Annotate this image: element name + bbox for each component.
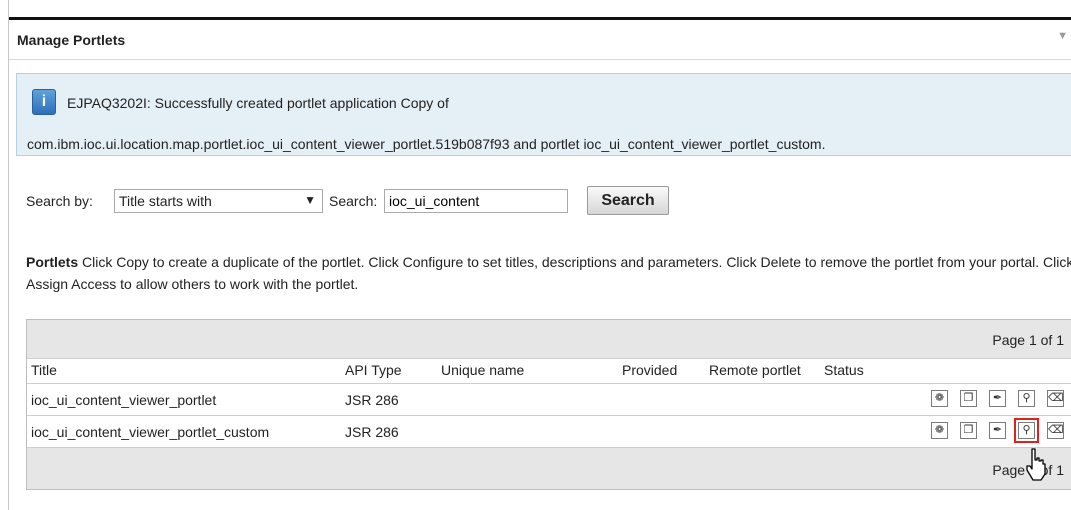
row-actions: ❁ ❐ ✒ ⚲ ⌫ bbox=[931, 390, 1071, 410]
search-by-select[interactable]: Title starts with ▼ bbox=[114, 189, 323, 213]
message-line-2: com.ibm.ioc.ui.location.map.portlet.ioc_… bbox=[27, 136, 826, 152]
copy-icon[interactable]: ❐ bbox=[960, 422, 977, 439]
search-label: Search: bbox=[329, 193, 378, 209]
row-title: ioc_ui_content_viewer_portlet bbox=[31, 392, 217, 408]
dropdown-arrow-icon: ▼ bbox=[304, 193, 316, 207]
col-api-type[interactable]: API Type bbox=[345, 362, 402, 378]
search-by-value: Title starts with bbox=[119, 193, 212, 209]
mouse-pointer-icon bbox=[1026, 448, 1046, 481]
copy-icon[interactable]: ❐ bbox=[960, 390, 977, 407]
copy-settings-icon[interactable]: ❁ bbox=[931, 422, 948, 439]
row-api-type: JSR 286 bbox=[345, 392, 399, 408]
row-title: ioc_ui_content_viewer_portlet_custom bbox=[31, 424, 270, 440]
row-api-type: JSR 286 bbox=[345, 424, 399, 440]
col-remote-portlet[interactable]: Remote portlet bbox=[709, 362, 801, 378]
delete-icon[interactable]: ⌫ bbox=[1047, 390, 1064, 407]
portlet-header: Manage Portlets ▼ bbox=[9, 20, 1071, 60]
configure-icon[interactable]: ✒ bbox=[989, 390, 1006, 407]
col-title[interactable]: Title bbox=[31, 362, 57, 378]
table-row: ioc_ui_content_viewer_portlet JSR 286 ❁ … bbox=[27, 384, 1071, 416]
delete-icon[interactable]: ⌫ bbox=[1047, 422, 1064, 439]
assign-access-icon[interactable]: ⚲ bbox=[1018, 390, 1035, 407]
table-row: ioc_ui_content_viewer_portlet_custom JSR… bbox=[27, 416, 1071, 448]
chevron-down-icon[interactable]: ▼ bbox=[1057, 30, 1068, 42]
search-bar: Search by: Title starts with ▼ Search: S… bbox=[26, 186, 1066, 216]
col-status[interactable]: Status bbox=[824, 362, 864, 378]
configure-icon[interactable]: ✒ bbox=[989, 422, 1006, 439]
portlets-description: Portlets Click Copy to create a duplicat… bbox=[26, 251, 1071, 295]
col-unique-name[interactable]: Unique name bbox=[441, 362, 524, 378]
message-line-1: EJPAQ3202I: Successfully created portlet… bbox=[67, 95, 449, 111]
col-provided[interactable]: Provided bbox=[622, 362, 677, 378]
portlets-help-text: Click Copy to create a duplicate of the … bbox=[26, 254, 1071, 292]
portlets-table: Page 1 of 1 Title API Type Unique name P… bbox=[26, 319, 1071, 490]
portlets-heading: Portlets bbox=[26, 254, 79, 270]
row-actions: ❁ ❐ ✒ ⚲ ⌫ bbox=[931, 418, 1071, 443]
info-icon: i bbox=[32, 89, 56, 115]
page-indicator: Page 1 of 1 bbox=[992, 332, 1064, 348]
success-message: i EJPAQ3202I: Successfully created portl… bbox=[16, 73, 1071, 156]
pager-bottom: Page 1 of 1 bbox=[27, 448, 1071, 489]
pager-top: Page 1 of 1 bbox=[27, 320, 1071, 359]
assign-access-icon[interactable]: ⚲ bbox=[1014, 418, 1039, 443]
search-input[interactable] bbox=[384, 189, 568, 213]
copy-settings-icon[interactable]: ❁ bbox=[931, 390, 948, 407]
portlet-frame: Manage Portlets ▼ i EJPAQ3202I: Successf… bbox=[8, 0, 1071, 510]
search-by-label: Search by: bbox=[26, 193, 93, 209]
search-button[interactable]: Search bbox=[587, 186, 669, 215]
page-title: Manage Portlets bbox=[17, 32, 126, 48]
